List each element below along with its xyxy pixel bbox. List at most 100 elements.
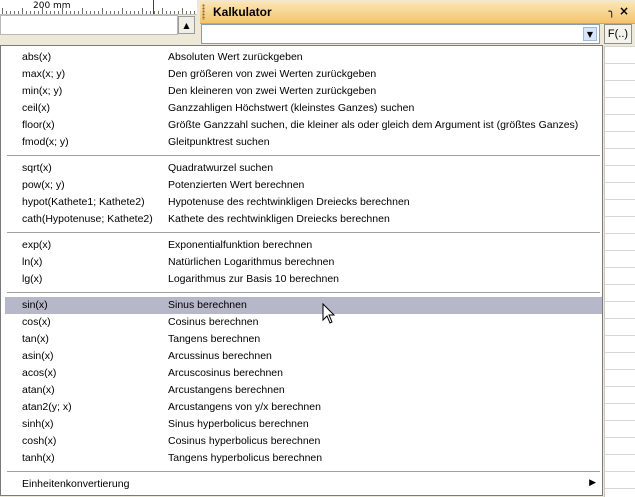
calculator-panel-header: Kalkulator ╮ ×	[200, 1, 635, 24]
calculator-history-dropdown[interactable]: ▼	[583, 27, 597, 41]
menu-item[interactable]: atan(x) Arcustangens berechnen	[5, 382, 602, 399]
menu-item[interactable]: max(x; y) Den größeren von zwei Werten zu…	[5, 66, 602, 83]
menu-item-function: tan(x)	[22, 333, 49, 345]
menu-separator	[7, 292, 600, 294]
menu-item[interactable]: cath(Hypotenuse; Kathete2) Kathete des re…	[5, 211, 602, 228]
menu-item-description: Exponentialfunktion berechnen	[168, 239, 313, 251]
menu-item[interactable]: pow(x; y) Potenzierten Wert berechnen	[5, 177, 602, 194]
ruler-tick	[2, 8, 3, 14]
menu-item-description: Cosinus hyperbolicus berechnen	[168, 435, 321, 447]
ruler-tick	[134, 11, 135, 14]
function-menu: abs(x) Absoluten Wert zurückgeben max(x; y…	[0, 45, 603, 496]
ruler-tick	[194, 11, 195, 14]
calculator-input[interactable]: ▼	[201, 24, 600, 44]
menu-item-description: Tangens hyperbolicus berechnen	[168, 452, 323, 464]
menu-item-description: Arcustangens von y/x berechnen	[168, 401, 321, 413]
menu-item[interactable]: tanh(x) Tangens hyperbolicus berechnen	[5, 450, 602, 467]
ruler-tick	[30, 11, 31, 14]
menu-item-function: sqrt(x)	[22, 162, 52, 174]
menu-separator	[7, 232, 600, 234]
menu-item-function: ceil(x)	[22, 102, 50, 114]
submenu-unit-conversion[interactable]: Einheitenkonvertierung ▶	[5, 476, 602, 493]
menu-item[interactable]: min(x; y) Den kleineren von zwei Werten z…	[5, 83, 602, 100]
menu-item[interactable]: acos(x) Arcuscosinus berechnen	[5, 365, 602, 382]
ruler-tick	[106, 11, 107, 14]
ruler-tick	[82, 8, 83, 14]
menu-item[interactable]: lg(x) Logarithmus zur Basis 10 berechnen	[5, 271, 602, 288]
ruler-tick	[138, 11, 139, 14]
menu-item-function: ln(x)	[22, 256, 43, 268]
ruler-tick	[50, 11, 51, 14]
menu-item[interactable]: atan2(y; x) Arcustangens von y/x berechne…	[5, 399, 602, 416]
ruler-tick	[46, 11, 47, 14]
ruler-tick	[54, 11, 55, 14]
ruler-tick	[118, 11, 119, 14]
ruler-tick	[74, 11, 75, 14]
chevron-up-icon: ▲	[183, 20, 190, 30]
menu-item[interactable]: exp(x) Exponentialfunktion berechnen	[5, 237, 602, 254]
panel-gripper[interactable]	[202, 4, 205, 20]
menu-item-description: Sinus berechnen	[168, 299, 247, 311]
menu-item[interactable]: cosh(x) Cosinus hyperbolicus berechnen	[5, 433, 602, 450]
menu-item-function: floor(x)	[22, 119, 55, 131]
ruler-tick	[58, 11, 59, 14]
menu-item-description: Quadratwurzel suchen	[168, 162, 274, 174]
menu-item-function: sin(x)	[22, 299, 48, 311]
scroll-up-button[interactable]: ▲	[178, 16, 195, 34]
ruler: 200 mm	[0, 0, 197, 15]
pin-icon[interactable]: ╮	[608, 5, 615, 18]
menu-item-description: Den größeren von zwei Werten zurückgeben	[168, 68, 377, 80]
menu-item-function: cosh(x)	[22, 435, 57, 447]
ruler-tick	[154, 11, 155, 14]
ruler-tick	[70, 11, 71, 14]
menu-item-function: lg(x)	[22, 273, 43, 285]
menu-item-description: Absoluten Wert zurückgeben	[168, 51, 303, 63]
ruler-tick	[126, 11, 127, 14]
ruler-tick	[26, 11, 27, 14]
menu-item-description: Arcustangens berechnen	[168, 384, 285, 396]
ruler-tick	[174, 11, 175, 14]
menu-item-function: atan2(y; x)	[22, 401, 72, 413]
menu-item[interactable]: ceil(x) Ganzzahligen Höchstwert (kleinste…	[5, 100, 602, 117]
menu-item-function: atan(x)	[22, 384, 55, 396]
function-button[interactable]: F(..)	[604, 24, 632, 44]
ruler-tick	[90, 11, 91, 14]
menu-item-description: Hypotenuse des rechtwinkligen Dreiecks b…	[168, 196, 410, 208]
document-area[interactable]	[0, 15, 178, 35]
ruler-tick	[98, 11, 99, 14]
ruler-tick	[158, 11, 159, 14]
ruler-tick	[94, 11, 95, 14]
menu-item[interactable]: sin(x) Sinus berechnen	[5, 297, 602, 314]
ruler-tick	[178, 11, 179, 14]
ruler-tick	[142, 8, 143, 14]
ruler-tick	[166, 11, 167, 14]
ruler-tick	[130, 11, 131, 14]
ruler-tick	[78, 11, 79, 14]
menu-item[interactable]: ln(x) Natürlichen Logarithmus berechnen	[5, 254, 602, 271]
menu-item[interactable]: abs(x) Absoluten Wert zurückgeben	[5, 49, 602, 66]
menu-item-description: Arcuscosinus berechnen	[168, 367, 283, 379]
ruler-label: 200 mm	[33, 1, 71, 11]
menu-item[interactable]: tan(x) Tangens berechnen	[5, 331, 602, 348]
menu-item[interactable]: sinh(x) Sinus hyperbolicus berechnen	[5, 416, 602, 433]
menu-item-function: tanh(x)	[22, 452, 55, 464]
ruler-tick	[38, 11, 39, 14]
menu-separator	[7, 155, 600, 157]
menu-item-function: max(x; y)	[22, 68, 66, 80]
menu-item[interactable]: sqrt(x) Quadratwurzel suchen	[5, 160, 602, 177]
close-icon[interactable]: ×	[619, 4, 629, 18]
menu-item[interactable]: cos(x) Cosinus berechnen	[5, 314, 602, 331]
ruler-tick	[10, 11, 11, 14]
chevron-down-icon: ▼	[586, 29, 594, 39]
ruler-tick	[102, 8, 103, 14]
menu-item[interactable]: floor(x) Größte Ganzzahl suchen, die klei…	[5, 117, 602, 134]
ruler-tick	[114, 11, 115, 14]
menu-item[interactable]: asin(x) Arcussinus berechnen	[5, 348, 602, 365]
menu-item-function: sinh(x)	[22, 418, 54, 430]
menu-item[interactable]: fmod(x; y) Gleitpunktrest suchen	[5, 134, 602, 151]
menu-item[interactable]: hypot(Kathete1; Kathete2) Hypotenuse des …	[5, 194, 602, 211]
mouse-cursor-icon	[322, 303, 336, 324]
ruler-tick	[150, 11, 151, 14]
menu-item-function: cos(x)	[22, 316, 51, 328]
submenu-label: Einheitenkonvertierung	[22, 478, 130, 490]
